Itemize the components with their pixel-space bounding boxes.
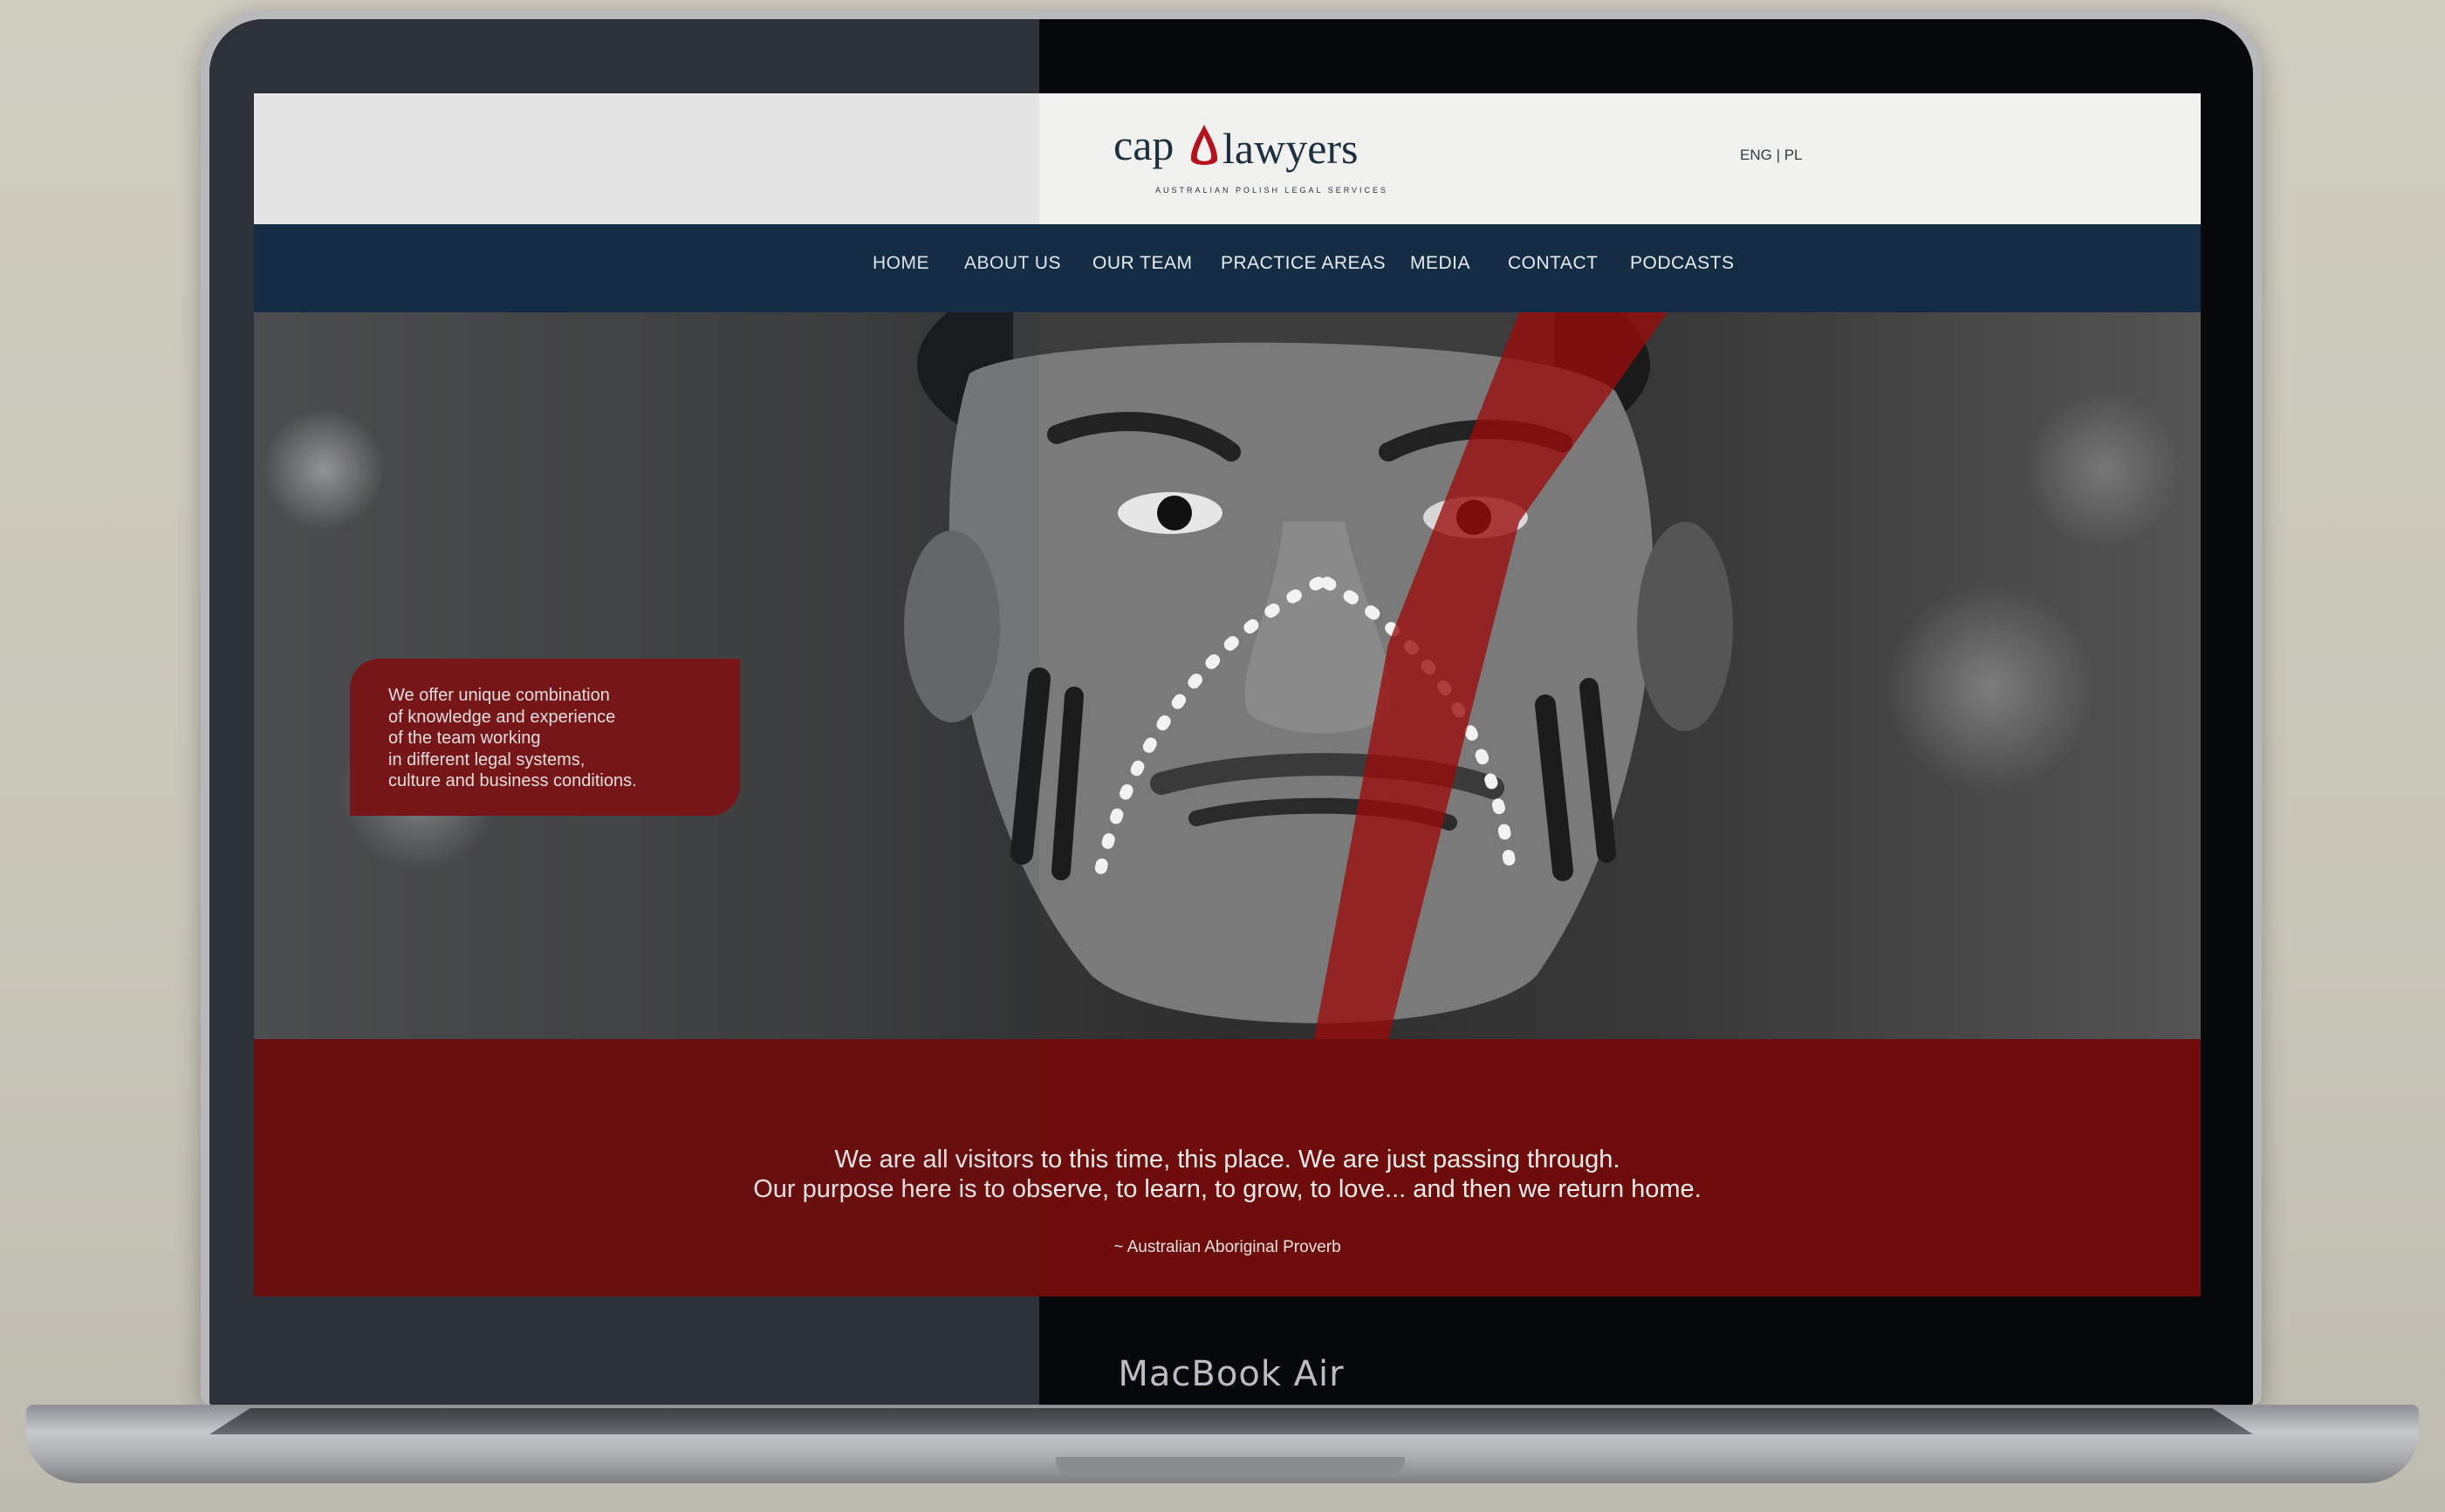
logo-tagline: AUSTRALIAN POLISH LEGAL SERVICES — [1155, 186, 1389, 195]
nav-item-media[interactable]: MEDIA — [1410, 253, 1470, 274]
lang-pl-link[interactable]: PL — [1784, 147, 1803, 163]
nav-item-practice-areas[interactable]: PRACTICE AREAS — [1221, 253, 1386, 274]
hero-section: We offer unique combination of knowledge… — [254, 312, 2201, 1039]
website-screen: cap lawyers AUSTRALIAN POLISH LEGAL SERV… — [254, 93, 2201, 1296]
intro-text-line: in different legal systems, — [388, 749, 586, 770]
logo-mark-icon — [1190, 125, 1218, 165]
quote-line-1: We are all visitors to this time, this p… — [834, 1146, 1620, 1173]
nav-item-home[interactable]: HOME — [873, 253, 929, 274]
quote-attribution: ~ Australian Aboriginal Proverb — [1113, 1238, 1341, 1256]
logo-word-cap: cap — [1113, 120, 1175, 169]
lang-separator: | — [1771, 147, 1784, 163]
nav-item-contact[interactable]: CONTACT — [1508, 253, 1598, 274]
nav-item-our-team[interactable]: OUR TEAM — [1092, 253, 1192, 274]
intro-text-line: of the team working — [388, 729, 541, 748]
trackpad-notch — [1056, 1457, 1405, 1474]
hinge — [209, 1408, 2253, 1434]
device-label: MacBook Air — [1118, 1354, 1345, 1394]
nav-item-about-us[interactable]: ABOUT US — [964, 253, 1061, 274]
intro-callout-box: We offer unique combination of knowledge… — [350, 659, 740, 816]
lang-eng-link[interactable]: ENG — [1740, 147, 1772, 163]
intro-text-line: culture and business conditions. — [388, 771, 637, 790]
intro-text-line: We offer unique combination — [388, 686, 610, 705]
site-header: cap lawyers AUSTRALIAN POLISH LEGAL SERV… — [254, 93, 2201, 224]
logo-word-lawyers: lawyers — [1222, 124, 1359, 173]
logo[interactable]: cap lawyers AUSTRALIAN POLISH LEGAL SERV… — [1113, 111, 1393, 195]
main-nav: HOME ABOUT US OUR TEAM PRACTICE AREAS ME… — [254, 224, 2201, 312]
language-switcher: ENG | PL — [1740, 147, 1803, 164]
nav-item-podcasts[interactable]: PODCASTS — [1630, 253, 1735, 274]
intro-text-line: of knowledge and experience — [388, 707, 616, 727]
quote-section: We are all visitors to this time, this p… — [254, 1039, 2201, 1296]
quote-line-2: Our purpose here is to observe, to learn… — [753, 1175, 1702, 1203]
